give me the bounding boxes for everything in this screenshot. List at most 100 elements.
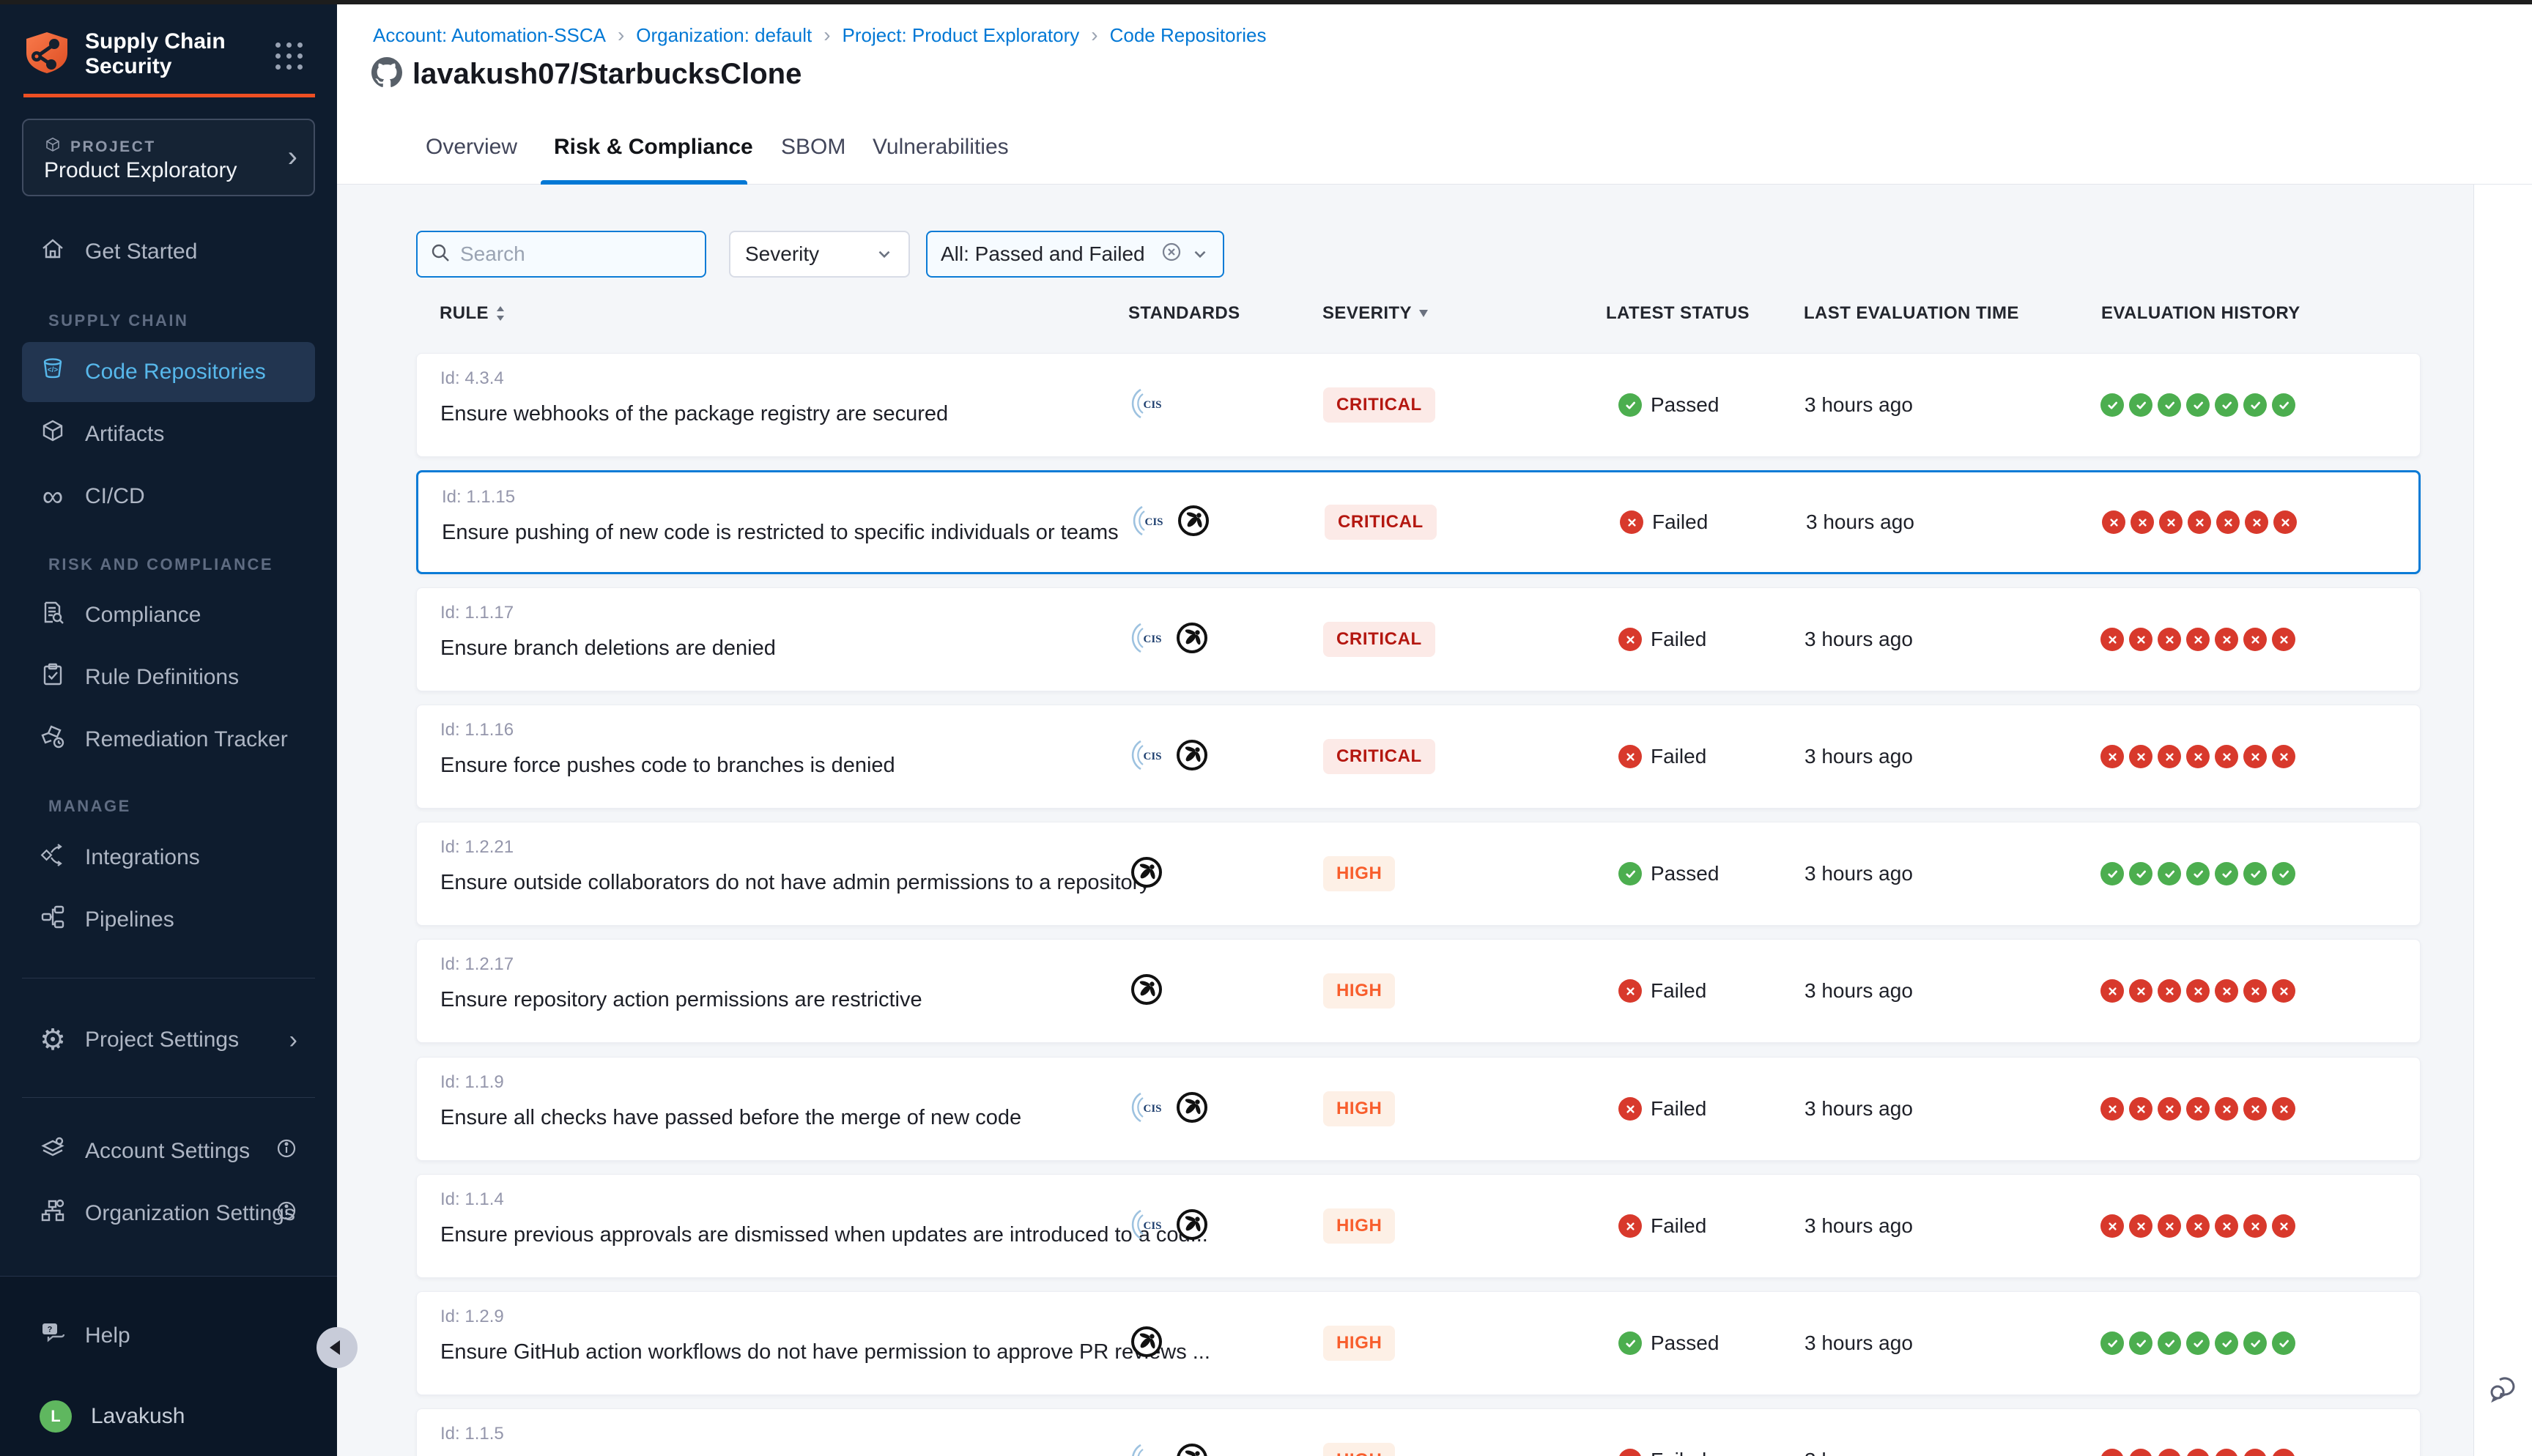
table-row[interactable]: Id: 4.3.4 Ensure webhooks of the package… xyxy=(416,353,2421,457)
history-fail-icon xyxy=(2129,979,2152,1003)
page-title: lavakush07/StarbucksClone xyxy=(412,58,802,91)
table-row[interactable]: Id: 1.2.17 Ensure repository action perm… xyxy=(416,939,2421,1043)
sidebar-item-artifacts[interactable]: Artifacts xyxy=(22,404,315,464)
column-header-evaluation-history[interactable]: EVALUATION HISTORY xyxy=(2101,303,2300,324)
cis-standard-icon: CIS xyxy=(1129,1090,1164,1129)
column-header-latest-status[interactable]: LATEST STATUS xyxy=(1606,303,1750,324)
table-row[interactable]: Id: 1.1.4 Ensure previous approvals are … xyxy=(416,1174,2421,1278)
table-row[interactable]: Id: 1.2.21 Ensure outside collaborators … xyxy=(416,822,2421,926)
sidebar-item-integrations[interactable]: Integrations xyxy=(22,828,315,888)
svg-text:CIS: CIS xyxy=(1143,399,1161,411)
box-wrench-icon xyxy=(40,724,66,756)
table-row[interactable]: Id: 1.1.15 Ensure pushing of new code is… xyxy=(416,470,2421,574)
clear-filter-icon[interactable] xyxy=(1160,240,1183,269)
severity-filter-dropdown[interactable]: Severity xyxy=(729,231,910,278)
evaluation-time: 3 hours ago xyxy=(1804,393,1913,417)
breadcrumb-code-repositories[interactable]: Code Repositories xyxy=(1110,24,1267,47)
history-fail-icon xyxy=(2100,745,2124,768)
history-fail-icon xyxy=(2272,1097,2295,1121)
cis-standard-icon: CIS xyxy=(1129,386,1164,425)
history-fail-icon xyxy=(2272,745,2295,768)
sidebar-section-supply-chain: SUPPLY CHAIN xyxy=(48,311,188,330)
history-fail-icon xyxy=(2216,510,2240,534)
history-pass-icon xyxy=(2272,1331,2295,1355)
sidebar-item-rule-definitions[interactable]: Rule Definitions xyxy=(22,647,315,707)
column-header-rule[interactable]: RULE xyxy=(440,303,506,324)
history-fail-icon xyxy=(2243,628,2267,651)
status-icon xyxy=(1618,1097,1642,1121)
rule-name: Ensure pushing of new code is restricted… xyxy=(442,521,1119,545)
share-integrations-icon xyxy=(40,842,66,874)
svg-text:CIS: CIS xyxy=(1143,1220,1161,1232)
search-icon xyxy=(429,242,451,267)
history-fail-icon xyxy=(2100,1214,2124,1238)
column-header-standards[interactable]: STANDARDS xyxy=(1128,303,1240,324)
sidebar-item-account-settings[interactable]: Account Settings xyxy=(22,1121,315,1181)
search-input[interactable] xyxy=(460,242,680,266)
history-pass-icon xyxy=(2129,1331,2152,1355)
status-icon xyxy=(1620,510,1643,534)
cis-standard-icon: CIS xyxy=(1129,738,1164,776)
sidebar-item-code-repositories[interactable]: </> Code Repositories xyxy=(22,342,315,402)
status-filter-dropdown[interactable]: All: Passed and Failed xyxy=(926,231,1224,278)
table-row[interactable]: Id: 1.1.17 Ensure branch deletions are d… xyxy=(416,587,2421,691)
history-fail-icon xyxy=(2158,1214,2181,1238)
sidebar-item-label: Compliance xyxy=(85,603,201,628)
evaluation-time: 3 hours ago xyxy=(1804,1449,1913,1456)
project-selector[interactable]: PROJECT Product Exploratory › xyxy=(22,119,315,196)
sidebar-item-label: Organization Settings xyxy=(85,1201,295,1226)
info-icon[interactable] xyxy=(275,1137,297,1165)
owasp-standard-icon xyxy=(1174,1207,1210,1246)
table-row[interactable]: Id: 1.1.5 CIS HIGH Failed 3 hours ago xyxy=(416,1408,2421,1456)
table-row[interactable]: Id: 1.2.9 Ensure GitHub action workflows… xyxy=(416,1291,2421,1395)
rule-name: Ensure branch deletions are denied xyxy=(440,636,776,661)
standards-cell xyxy=(1129,1292,1164,1394)
breadcrumb-account[interactable]: Account: Automation-SSCA xyxy=(373,24,606,47)
sidebar-item-pipelines[interactable]: Pipelines xyxy=(22,890,315,950)
history-cell xyxy=(2100,862,2295,885)
history-pass-icon xyxy=(2186,862,2210,885)
table-row[interactable]: Id: 1.1.9 Ensure all checks have passed … xyxy=(416,1057,2421,1161)
layers-gear-icon xyxy=(40,1135,66,1167)
user-menu[interactable]: L Lavakush xyxy=(22,1386,315,1446)
history-fail-icon xyxy=(2129,1449,2152,1456)
column-header-severity[interactable]: SEVERITY xyxy=(1322,303,1429,324)
status-label: Passed xyxy=(1651,862,1719,885)
history-fail-icon xyxy=(2159,510,2183,534)
sidebar-item-cicd[interactable]: ∞ CI/CD xyxy=(22,467,315,527)
column-header-last-evaluation-time[interactable]: LAST EVALUATION TIME xyxy=(1804,303,2019,324)
history-cell xyxy=(2100,1097,2295,1121)
history-cell xyxy=(2102,510,2297,534)
tab-overview[interactable]: Overview xyxy=(426,135,517,160)
infinity-icon: ∞ xyxy=(40,483,66,510)
tab-risk-compliance[interactable]: Risk & Compliance xyxy=(554,135,753,160)
evaluation-time: 3 hours ago xyxy=(1804,862,1913,885)
tab-sbom[interactable]: SBOM xyxy=(781,135,845,160)
sidebar-item-get-started[interactable]: Get Started xyxy=(22,222,315,282)
info-icon[interactable] xyxy=(275,1200,297,1227)
table-row[interactable]: Id: 1.1.16 Ensure force pushes code to b… xyxy=(416,705,2421,809)
status-cell: Passed xyxy=(1618,393,1719,417)
sidebar-item-project-settings[interactable]: ⚙ Project Settings › xyxy=(22,1010,315,1070)
sidebar-collapse-handle[interactable] xyxy=(316,1327,358,1368)
status-icon xyxy=(1618,1331,1642,1355)
evaluation-time: 3 hours ago xyxy=(1804,1097,1913,1121)
history-fail-icon xyxy=(2186,979,2210,1003)
standards-cell: CIS xyxy=(1129,705,1210,808)
support-chat-icon[interactable] xyxy=(2488,1371,2522,1408)
avatar: L xyxy=(40,1400,72,1433)
history-fail-icon xyxy=(2272,979,2295,1003)
window-top-strip xyxy=(0,0,2532,4)
status-cell: Failed xyxy=(1618,1449,1706,1456)
tab-vulnerabilities[interactable]: Vulnerabilities xyxy=(873,135,1009,160)
sidebar-item-remediation-tracker[interactable]: Remediation Tracker xyxy=(22,710,315,770)
breadcrumb-organization[interactable]: Organization: default xyxy=(636,24,812,47)
history-fail-icon xyxy=(2158,628,2181,651)
sidebar-item-help[interactable]: ? Help xyxy=(22,1306,315,1366)
app-switcher-grid-icon[interactable] xyxy=(275,42,303,70)
sidebar-item-compliance[interactable]: Compliance xyxy=(22,585,315,645)
breadcrumb-project[interactable]: Project: Product Exploratory xyxy=(843,24,1080,47)
svg-text:CIS: CIS xyxy=(1143,1103,1161,1115)
sort-icon xyxy=(495,305,506,322)
sidebar-item-organization-settings[interactable]: Organization Settings xyxy=(22,1184,315,1244)
